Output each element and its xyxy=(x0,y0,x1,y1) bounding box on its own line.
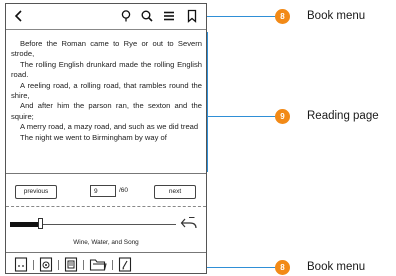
progress-area: Wine, Water, and Song xyxy=(6,207,206,253)
menu-icon[interactable] xyxy=(161,8,177,24)
divider xyxy=(33,260,34,270)
bookmark-icon[interactable] xyxy=(184,8,200,24)
ereader-screen: Before the Roman came to Rye or out to S… xyxy=(5,3,207,274)
reading-page[interactable]: Before the Roman came to Rye or out to S… xyxy=(6,30,206,174)
search-icon[interactable] xyxy=(139,8,155,24)
notes-icon[interactable] xyxy=(118,257,132,272)
callout-label: Book menu xyxy=(307,10,366,22)
top-book-menu xyxy=(6,4,206,30)
divider xyxy=(112,260,113,270)
callout-label: Reading page xyxy=(307,110,379,122)
progress-fill xyxy=(10,222,38,227)
bottom-book-menu xyxy=(6,253,206,273)
previous-button[interactable]: previous xyxy=(15,185,57,199)
paragraph: The night we went to Birmingham by way o… xyxy=(20,132,167,142)
progress-handle[interactable] xyxy=(38,218,43,229)
return-icon[interactable] xyxy=(180,216,198,230)
toc-icon[interactable] xyxy=(64,257,78,272)
paragraph: The rolling English drunkard made the ro… xyxy=(11,59,202,80)
callout-badge: 8 xyxy=(275,260,290,275)
callout-line xyxy=(207,16,275,17)
divider xyxy=(83,260,84,270)
back-arrow-icon[interactable] xyxy=(11,8,27,24)
page-navigation: previous 9 /60 next xyxy=(6,173,206,207)
page-total: /60 xyxy=(119,187,129,194)
page-layout-icon[interactable] xyxy=(14,257,28,272)
paragraph: And after him the parson ran, the sexton… xyxy=(11,101,202,121)
callout-line xyxy=(207,116,275,117)
chapter-title: Wine, Water, and Song xyxy=(73,239,139,246)
next-button[interactable]: next xyxy=(154,185,196,199)
callout-label: Book menu xyxy=(307,261,366,273)
paragraph: A reeling road, a rolling road, that ram… xyxy=(11,80,202,101)
settings-icon[interactable] xyxy=(39,257,53,272)
paragraph: Before the Roman came to Rye or out to S… xyxy=(11,39,202,59)
callout-line xyxy=(207,267,275,268)
divider xyxy=(58,260,59,270)
paragraph: A merry road, a mazy road, and such as w… xyxy=(20,122,199,132)
reading-text: Before the Roman came to Rye or out to S… xyxy=(11,39,202,143)
callout-bracket xyxy=(207,32,208,172)
bulb-icon[interactable] xyxy=(118,8,134,24)
page-number-input[interactable]: 9 xyxy=(90,185,116,197)
callout-badge: 8 xyxy=(275,9,290,24)
folder-icon[interactable] xyxy=(89,257,107,272)
callout-badge: 9 xyxy=(275,109,290,124)
